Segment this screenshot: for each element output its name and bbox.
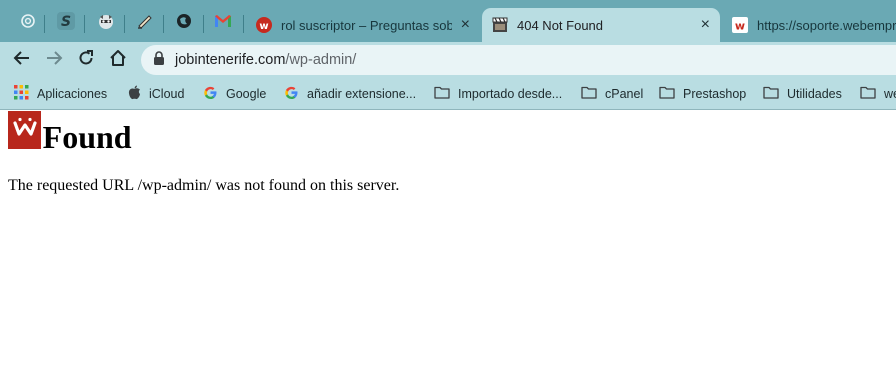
pinned-tab-openai[interactable] [14, 8, 42, 38]
bookmark-google[interactable]: Google [203, 85, 266, 103]
address-bar[interactable]: jobintenerife.com/wp-admin/ [141, 45, 896, 75]
back-button[interactable] [10, 48, 34, 72]
reload-icon [77, 49, 95, 72]
lock-icon[interactable] [153, 51, 165, 69]
tab-rol-suscriptor[interactable]: w rol suscriptor – Preguntas sobre × [246, 8, 480, 42]
pen-hand-icon [136, 12, 154, 35]
gmail-icon [214, 14, 232, 33]
arrow-left-icon [13, 49, 31, 72]
bookmark-label: Aplicaciones [37, 87, 108, 101]
bookmark-aplicaciones[interactable]: Aplicaciones [14, 85, 107, 103]
tab-title: rol suscriptor – Preguntas sobre [281, 17, 452, 33]
folder-icon [434, 86, 450, 102]
bookmark-cpanel[interactable]: cPanel [581, 85, 643, 103]
tab-strip: S w rol suscriptor – Preguntas sobre × 4… [0, 0, 896, 42]
bookmark-label: cPanel [605, 87, 644, 101]
bookmark-label: Google [226, 87, 267, 101]
apple-icon [128, 85, 141, 103]
bookmark-label: Importado desde... [458, 87, 563, 101]
pinned-tab-s[interactable]: S [52, 8, 80, 38]
bookmark-anadir-extensiones[interactable]: añadir extensione... [284, 85, 416, 103]
error-message: The requested URL /wp-admin/ was not fou… [8, 177, 400, 194]
bookmark-label: iCloud [149, 87, 185, 101]
bookmark-icloud[interactable]: iCloud [128, 85, 184, 103]
url-text[interactable]: jobintenerife.com/wp-admin/ [175, 52, 356, 68]
google-icon [284, 85, 299, 103]
tab-soporte-webempresa[interactable]: w https://soporte.webempresa [722, 8, 896, 42]
raccoon-icon [97, 12, 115, 35]
folder-icon [763, 86, 779, 102]
close-icon[interactable]: × [461, 17, 470, 33]
bookmark-label: we [884, 87, 896, 101]
bookmarks-bar: Aplicaciones iCloud Google añadir extens… [0, 78, 896, 110]
bookmark-label: Prestashop [683, 87, 747, 101]
page-content: ot Found The requested URL /wp-admin/ wa… [0, 111, 896, 389]
forward-button[interactable] [42, 48, 66, 72]
tab-title: https://soporte.webempresa [757, 17, 896, 33]
pinned-tab-globe[interactable] [170, 8, 198, 38]
pinned-tab-pen[interactable] [131, 8, 159, 38]
bookmark-label: Utilidades [787, 87, 842, 101]
arrow-right-icon [45, 49, 63, 72]
webempresa-floating-button[interactable] [8, 111, 41, 149]
close-icon[interactable]: × [701, 17, 710, 33]
home-icon [109, 49, 127, 72]
openai-icon [20, 13, 36, 34]
pinned-tab-gmail[interactable] [209, 8, 237, 38]
home-button[interactable] [106, 48, 130, 72]
folder-icon [581, 86, 597, 102]
google-icon [203, 85, 218, 103]
svg-text:w: w [735, 20, 745, 33]
tab-title: 404 Not Found [517, 17, 604, 33]
film-icon [492, 17, 508, 33]
s-logo-icon: S [57, 11, 75, 35]
url-host: jobintenerife.com [175, 52, 286, 68]
reload-button[interactable] [74, 48, 98, 72]
webempresa-icon: w [256, 17, 272, 33]
svg-text:S: S [61, 14, 71, 30]
tab-404-not-found[interactable]: 404 Not Found × [482, 8, 720, 42]
globe-icon [176, 13, 192, 34]
url-path: /wp-admin/ [285, 52, 357, 68]
pinned-tab-raccoon[interactable] [92, 8, 120, 38]
apps-grid-icon [14, 85, 29, 103]
folder-icon [659, 86, 675, 102]
bookmark-we[interactable]: we [860, 85, 896, 103]
webempresa-icon [12, 117, 37, 144]
folder-icon [860, 86, 876, 102]
toolbar: jobintenerife.com/wp-admin/ [0, 42, 896, 78]
bookmark-utilidades[interactable]: Utilidades [763, 85, 842, 103]
bookmark-label: añadir extensione... [307, 87, 417, 101]
webempresa-icon: w [732, 17, 748, 33]
svg-text:w: w [259, 21, 268, 32]
bookmark-prestashop[interactable]: Prestashop [659, 85, 746, 103]
bookmark-importado-desde[interactable]: Importado desde... [434, 85, 562, 103]
